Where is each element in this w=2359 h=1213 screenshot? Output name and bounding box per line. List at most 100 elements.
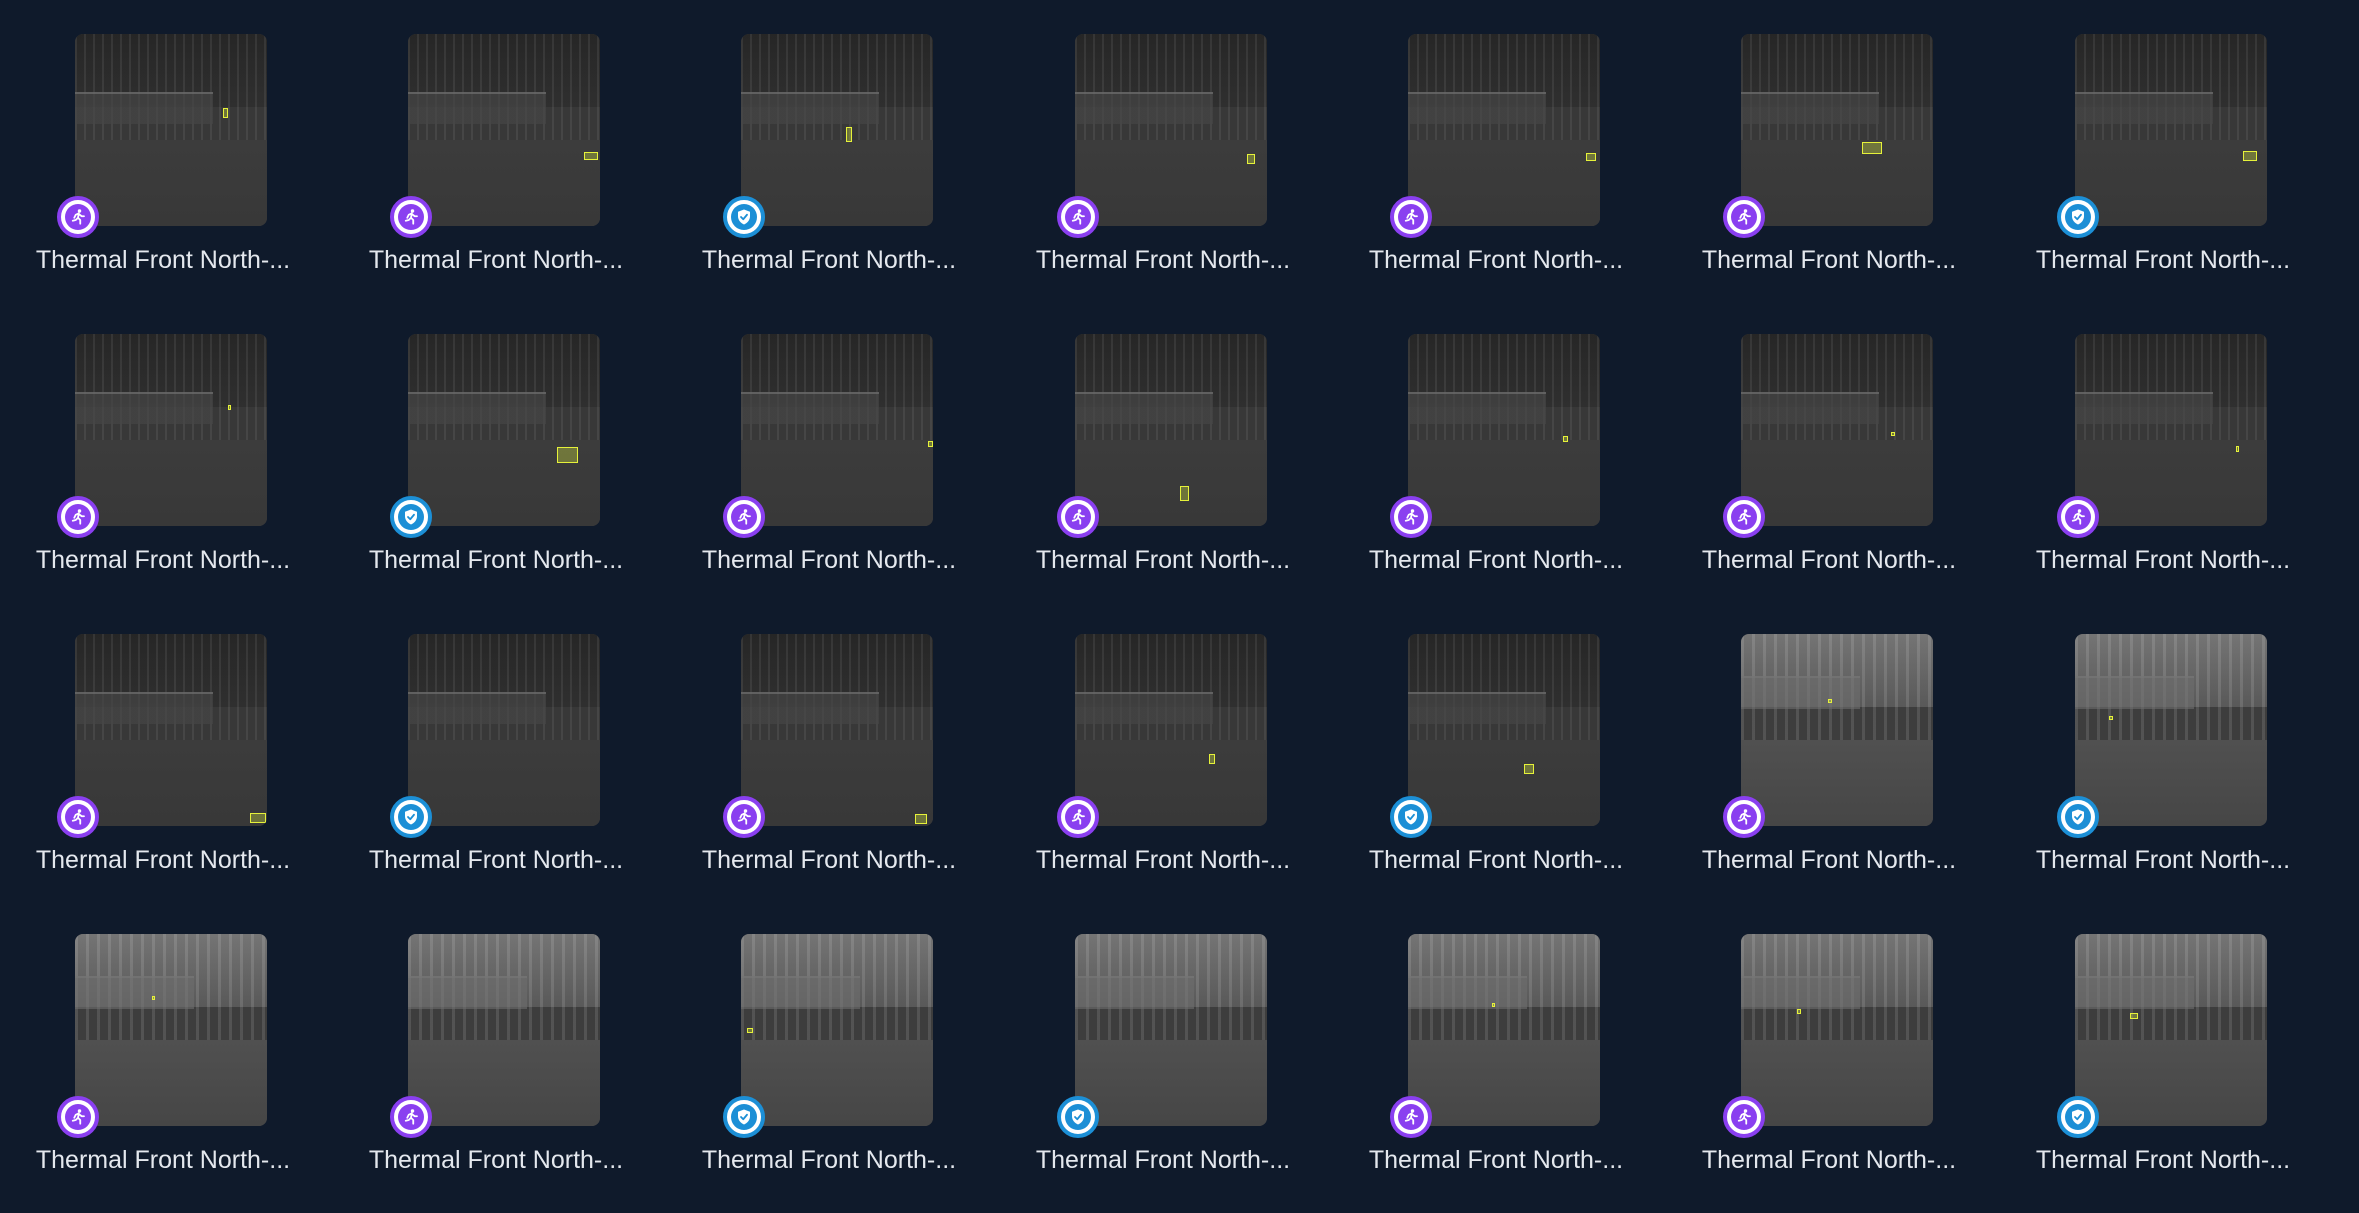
running-person-icon [1731,504,1757,530]
tile-label: Thermal Front North-... [368,1146,624,1174]
thermal-thumbnail[interactable] [741,34,933,226]
motion-badge [57,496,99,538]
verified-badge [2057,1096,2099,1138]
gallery-tile[interactable]: Thermal Front North-... [2033,334,2293,604]
gallery-tile[interactable]: Thermal Front North-... [1366,34,1626,304]
gallery-tile[interactable]: Thermal Front North-... [699,934,959,1204]
thermal-thumbnail[interactable] [741,334,933,526]
thumbnail-house [1408,691,1547,725]
thermal-thumbnail[interactable] [408,634,600,826]
gallery-tile[interactable]: Thermal Front North-... [366,934,626,1204]
detection-box [1891,432,1895,436]
thumbnail-house [1741,976,1861,1009]
thermal-thumbnail[interactable] [408,334,600,526]
thermal-thumbnail[interactable] [1075,334,1267,526]
tile-label: Thermal Front North-... [2035,246,2291,274]
gallery-tile[interactable]: Thermal Front North-... [699,34,959,304]
thumbnail-ground [408,739,600,826]
thermal-thumbnail[interactable] [75,934,267,1126]
gallery-tile[interactable]: Thermal Front North-... [1033,634,1293,904]
tile-label: Thermal Front North-... [1368,546,1624,574]
motion-badge [390,1096,432,1138]
gallery-tile[interactable]: Thermal Front North-... [699,634,959,904]
tile-label: Thermal Front North-... [701,546,957,574]
gallery-tile[interactable]: Thermal Front North-... [366,334,626,604]
thermal-thumbnail[interactable] [408,934,600,1126]
detection-box [1828,699,1832,703]
thumbnail-ground [1075,739,1267,826]
thermal-thumbnail[interactable] [1408,634,1600,826]
thermal-thumbnail[interactable] [741,934,933,1126]
thermal-thumbnail[interactable] [1075,634,1267,826]
running-person-icon [1065,504,1091,530]
thumbnail-house [75,976,195,1009]
gallery-tile[interactable]: Thermal Front North-... [1699,334,1959,604]
detection-box [1209,754,1215,764]
detection-box [2130,1013,2138,1019]
gallery-tile[interactable]: Thermal Front North-... [1033,334,1293,604]
gallery-tile[interactable]: Thermal Front North-... [2033,634,2293,904]
thumbnail-house [1408,976,1528,1009]
thermal-thumbnail[interactable] [1741,934,1933,1126]
motion-badge [1057,196,1099,238]
gallery-tile[interactable]: Thermal Front North-... [2033,34,2293,304]
gallery-tile[interactable]: Thermal Front North-... [33,634,293,904]
shield-check-icon [2065,804,2091,830]
gallery-tile[interactable]: Thermal Front North-... [1033,934,1293,1204]
verified-badge [723,196,765,238]
verified-badge [1057,1096,1099,1138]
tile-label: Thermal Front North-... [35,1146,291,1174]
motion-badge [723,796,765,838]
motion-badge [57,1096,99,1138]
tile-label: Thermal Front North-... [1701,846,1957,874]
gallery-tile[interactable]: Thermal Front North-... [366,34,626,304]
thermal-thumbnail[interactable] [408,34,600,226]
tile-label: Thermal Front North-... [35,846,291,874]
thermal-thumbnail[interactable] [2075,34,2267,226]
gallery-tile[interactable]: Thermal Front North-... [1033,34,1293,304]
thermal-thumbnail[interactable] [741,634,933,826]
gallery-tile[interactable]: Thermal Front North-... [33,334,293,604]
thermal-thumbnail[interactable] [1075,34,1267,226]
thumbnail-house [75,91,214,125]
gallery-tile[interactable]: Thermal Front North-... [1366,934,1626,1204]
thermal-thumbnail[interactable] [2075,634,2267,826]
gallery-tile[interactable]: Thermal Front North-... [1366,334,1626,604]
thermal-thumbnail[interactable] [1408,34,1600,226]
thermal-thumbnail[interactable] [75,34,267,226]
thermal-thumbnail[interactable] [75,634,267,826]
thermal-thumbnail[interactable] [1408,334,1600,526]
thumbnail-house [1408,391,1547,425]
tile-label: Thermal Front North-... [1035,1146,1291,1174]
thermal-thumbnail[interactable] [1741,334,1933,526]
gallery-tile[interactable]: Thermal Front North-... [366,634,626,904]
gallery-tile[interactable]: Thermal Front North-... [1699,934,1959,1204]
thermal-thumbnail[interactable] [1408,934,1600,1126]
tile-label: Thermal Front North-... [2035,546,2291,574]
gallery-tile[interactable]: Thermal Front North-... [1699,634,1959,904]
detection-box [1862,142,1882,154]
gallery-tile[interactable]: Thermal Front North-... [1699,34,1959,304]
thermal-thumbnail[interactable] [1741,634,1933,826]
tile-label: Thermal Front North-... [701,246,957,274]
detection-box [2243,151,2257,161]
thumbnail-ground [408,1039,600,1126]
tile-label: Thermal Front North-... [1368,1146,1624,1174]
thermal-thumbnail[interactable] [2075,334,2267,526]
thermal-thumbnail[interactable] [1741,34,1933,226]
detection-box [584,152,598,160]
gallery-tile[interactable]: Thermal Front North-... [2033,934,2293,1204]
thermal-thumbnail[interactable] [2075,934,2267,1126]
shield-check-icon [398,804,424,830]
gallery-tile[interactable]: Thermal Front North-... [699,334,959,604]
running-person-icon [65,204,91,230]
tile-label: Thermal Front North-... [1368,846,1624,874]
detection-box [1180,486,1189,501]
gallery-tile[interactable]: Thermal Front North-... [33,934,293,1204]
thermal-thumbnail[interactable] [1075,934,1267,1126]
thumbnail-ground [741,739,933,826]
gallery-tile[interactable]: Thermal Front North-... [1366,634,1626,904]
thermal-thumbnail[interactable] [75,334,267,526]
gallery-tile[interactable]: Thermal Front North-... [33,34,293,304]
tile-label: Thermal Front North-... [1701,546,1957,574]
